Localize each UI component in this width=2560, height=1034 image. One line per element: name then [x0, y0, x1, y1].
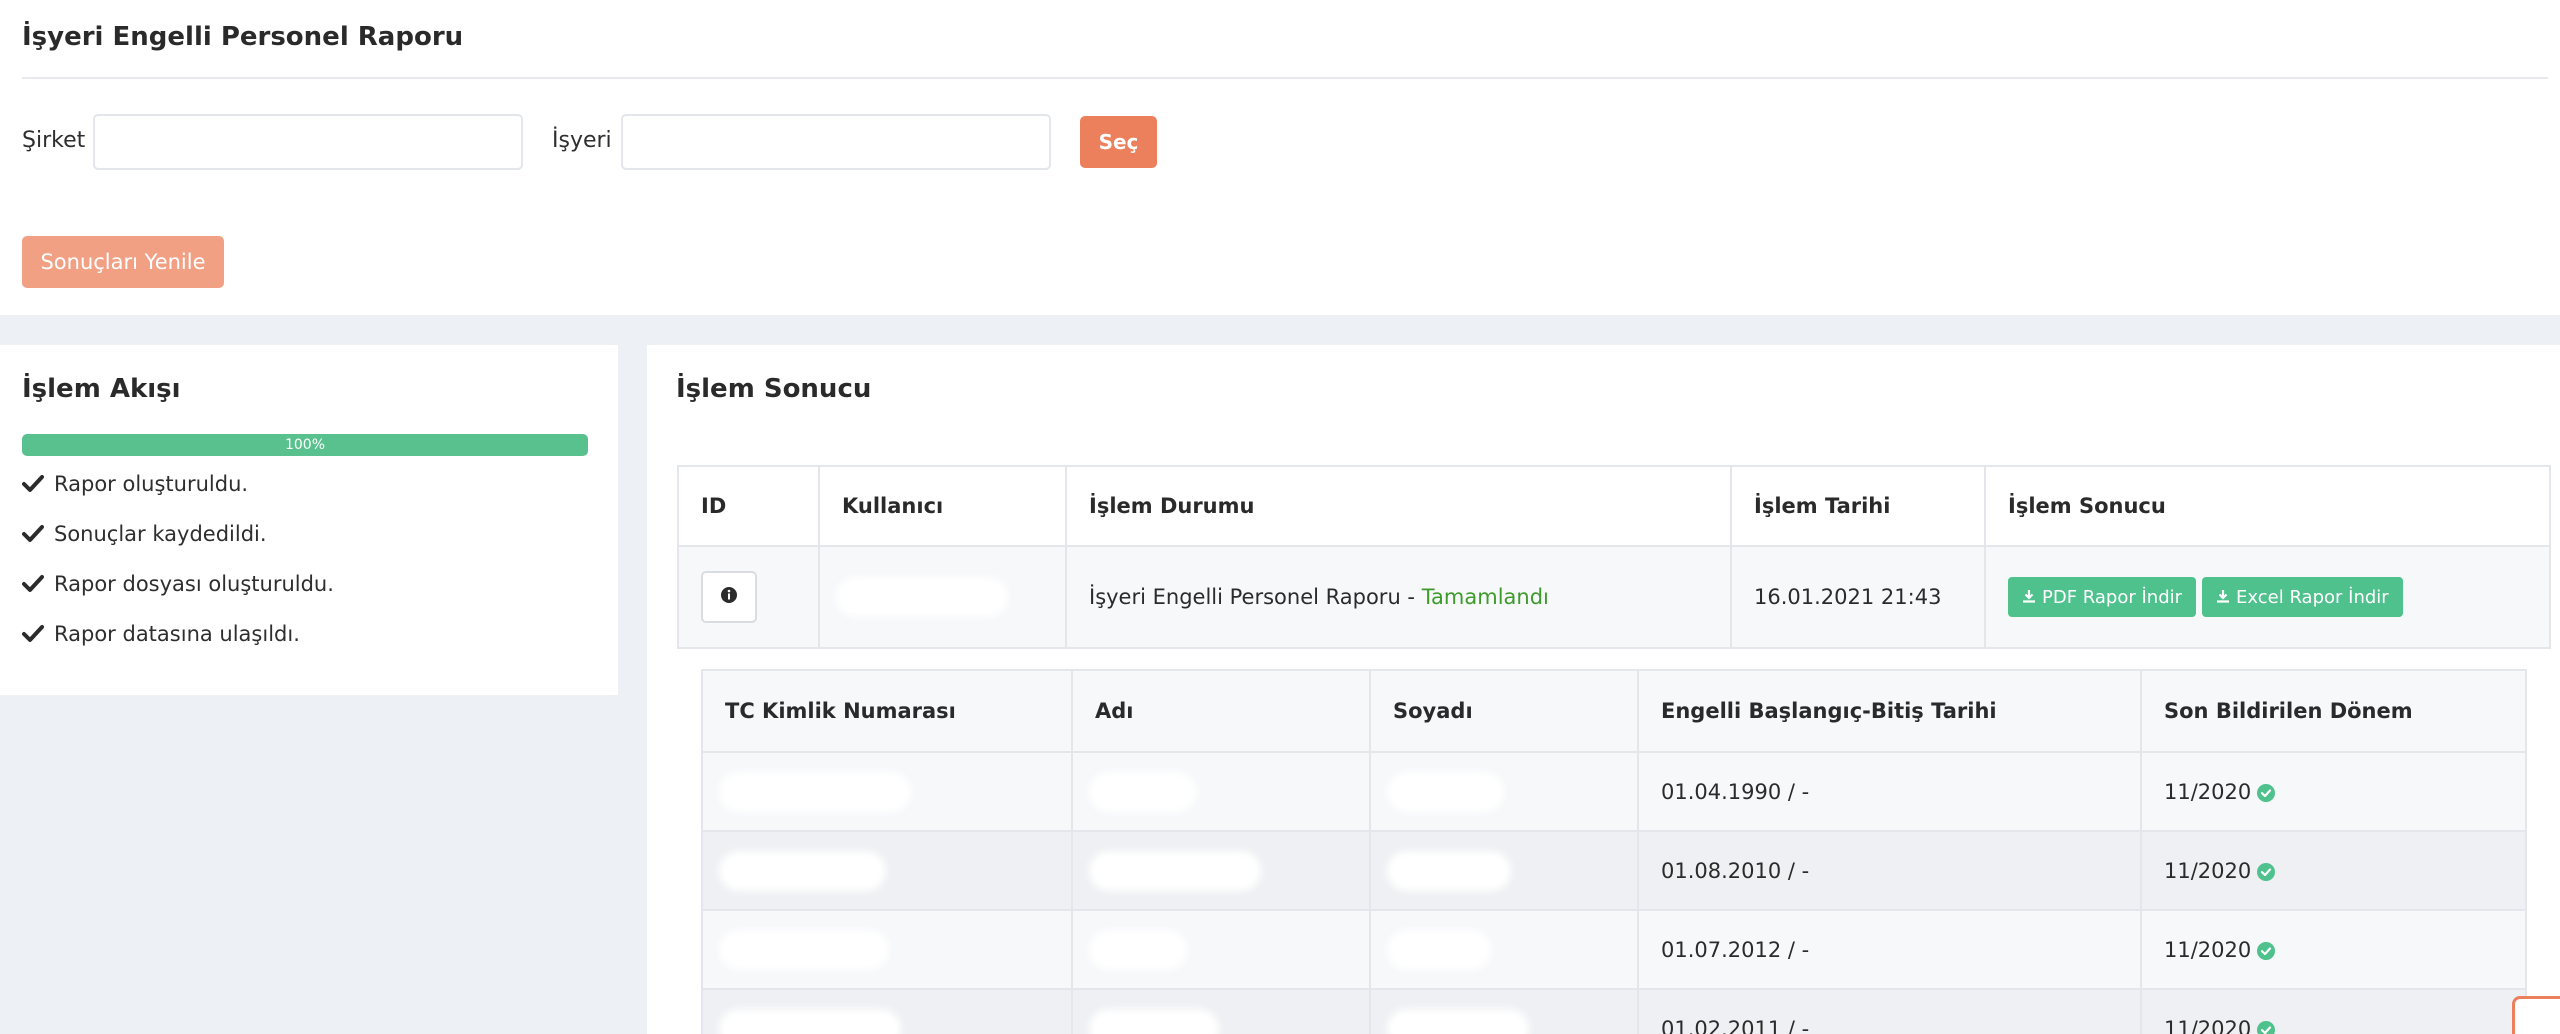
column-header-last-name: Soyadı [1369, 669, 1639, 753]
tc-id-cell [701, 751, 1073, 832]
first-name-cell [1071, 830, 1371, 911]
check-icon [22, 523, 44, 545]
user-cell [818, 545, 1067, 649]
table-row: 01.02.2011 / - 11/2020 [701, 988, 2527, 1034]
page-title: İşyeri Engelli Personel Raporu [22, 22, 464, 52]
scroll-to-top-button[interactable] [2512, 996, 2560, 1034]
disability-dates-cell: 01.07.2012 / - [1637, 909, 2142, 990]
redacted-last-name [1393, 856, 1505, 885]
last-period-cell: 11/2020 [2140, 830, 2527, 911]
flow-step-label: Rapor dosyası oluşturuldu. [54, 572, 334, 596]
last-period-value: 11/2020 [2164, 1016, 2252, 1034]
result-cell: PDF Rapor İndir Excel Rapor İndir [1984, 545, 2551, 649]
check-circle-icon [2257, 783, 2276, 802]
flow-step-label: Rapor datasına ulaşıldı. [54, 622, 300, 646]
flow-step: Sonuçlar kaydedildi. [22, 522, 267, 546]
process-result-title: İşlem Sonucu [676, 374, 872, 404]
check-circle-icon [2257, 1020, 2276, 1034]
table-row: 01.08.2010 / - 11/2020 [701, 830, 2527, 911]
title-divider [22, 77, 2548, 79]
column-header-id: ID [677, 465, 820, 547]
last-name-cell [1369, 751, 1639, 832]
company-input[interactable] [93, 114, 523, 170]
column-header-tc-id: TC Kimlik Numarası [701, 669, 1073, 753]
redacted-user [842, 583, 1002, 611]
column-header-first-name: Adı [1071, 669, 1371, 753]
first-name-cell [1071, 988, 1371, 1034]
workplace-label: İşyeri [552, 128, 612, 153]
select-button[interactable]: Seç [1080, 116, 1157, 168]
check-circle-icon [2257, 941, 2276, 960]
last-period-value: 11/2020 [2164, 858, 2252, 883]
last-period-cell: 11/2020 [2140, 751, 2527, 832]
first-name-cell [1071, 751, 1371, 832]
table-row: 01.07.2012 / - 11/2020 [701, 909, 2527, 990]
excel-report-download-button[interactable]: Excel Rapor İndir [2202, 577, 2403, 617]
flow-step: Rapor dosyası oluşturuldu. [22, 572, 334, 596]
table-row: İşyeri Engelli Personel Raporu - Tamamla… [677, 545, 2551, 649]
redacted-tc-id [725, 1014, 895, 1034]
redacted-tc-id [725, 777, 905, 806]
company-label: Şirket [22, 128, 86, 153]
redacted-tc-id [725, 856, 880, 885]
last-period-value: 11/2020 [2164, 937, 2252, 962]
process-flow-title: İşlem Akışı [22, 374, 181, 404]
redacted-last-name [1393, 777, 1498, 806]
date-cell: 16.01.2021 21:43 [1730, 545, 1986, 649]
column-header-last-period: Son Bildirilen Dönem [2140, 669, 2527, 753]
check-icon [22, 473, 44, 495]
status-complete-text: Tamamlandı [1421, 585, 1549, 609]
workplace-input[interactable] [621, 114, 1051, 170]
last-name-cell [1369, 830, 1639, 911]
disability-dates-cell: 01.08.2010 / - [1637, 830, 2142, 911]
redacted-first-name [1095, 777, 1190, 806]
refresh-results-button[interactable]: Sonuçları Yenile [22, 236, 224, 288]
column-header-date: İşlem Tarihi [1730, 465, 1986, 547]
table-row: 01.04.1990 / - 11/2020 [701, 751, 2527, 832]
id-cell [677, 545, 820, 649]
download-icon [2022, 587, 2036, 608]
last-period-value: 11/2020 [2164, 779, 2252, 804]
detail-table: TC Kimlik Numarası Adı Soyadı Engelli Ba… [701, 669, 2527, 1034]
tc-id-cell [701, 830, 1073, 911]
flow-step-label: Rapor oluşturuldu. [54, 472, 249, 496]
last-name-cell [1369, 988, 1639, 1034]
result-table: ID Kullanıcı İşlem Durumu İşlem Tarihi İ… [677, 465, 2551, 649]
flow-step: Rapor oluşturuldu. [22, 472, 248, 496]
tc-id-cell [701, 988, 1073, 1034]
column-header-disability-dates: Engelli Başlangıç-Bitiş Tarihi [1637, 669, 2142, 753]
disability-dates-cell: 01.04.1990 / - [1637, 751, 2142, 832]
progress-bar: 100% [22, 434, 588, 456]
flow-step: Rapor datasına ulaşıldı. [22, 622, 300, 646]
check-icon [22, 573, 44, 595]
first-name-cell [1071, 909, 1371, 990]
progress-bar-fill: 100% [22, 434, 588, 456]
last-period-cell: 11/2020 [2140, 909, 2527, 990]
redacted-first-name [1095, 856, 1255, 885]
info-button[interactable] [701, 571, 757, 623]
excel-report-download-label: Excel Rapor İndir [2236, 586, 2389, 608]
column-header-result: İşlem Sonucu [1984, 465, 2551, 547]
flow-step-label: Sonuçlar kaydedildi. [54, 522, 267, 546]
column-header-status: İşlem Durumu [1065, 465, 1732, 547]
redacted-last-name [1393, 935, 1485, 964]
check-circle-icon [2257, 862, 2276, 881]
last-name-cell [1369, 909, 1639, 990]
last-period-cell: 11/2020 [2140, 988, 2527, 1034]
check-icon [22, 623, 44, 645]
pdf-report-download-button[interactable]: PDF Rapor İndir [2008, 577, 2197, 617]
redacted-tc-id [725, 935, 883, 964]
tc-id-cell [701, 909, 1073, 990]
disability-dates-cell: 01.02.2011 / - [1637, 988, 2142, 1034]
redacted-first-name [1095, 935, 1181, 964]
redacted-last-name [1393, 1014, 1523, 1034]
info-circle-icon [720, 585, 738, 609]
status-text: İşyeri Engelli Personel Raporu - [1089, 585, 1422, 609]
pdf-report-download-label: PDF Rapor İndir [2042, 586, 2183, 608]
redacted-first-name [1095, 1014, 1213, 1034]
download-icon [2216, 587, 2230, 608]
column-header-user: Kullanıcı [818, 465, 1067, 547]
status-cell: İşyeri Engelli Personel Raporu - Tamamla… [1065, 545, 1732, 649]
